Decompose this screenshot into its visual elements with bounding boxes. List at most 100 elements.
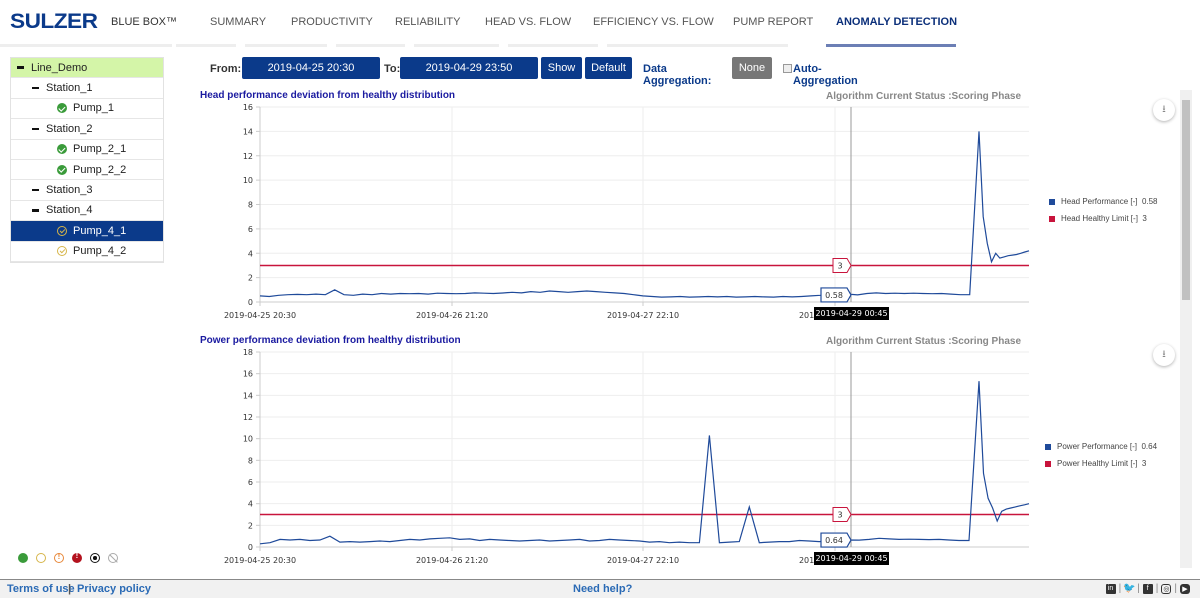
tab-anomaly-detection[interactable]: ANOMALY DETECTION — [836, 16, 957, 28]
x-tick-label: 2019-04-25 20:30 — [224, 556, 296, 565]
collapse-icon[interactable] — [32, 86, 39, 90]
tab-summary[interactable]: SUMMARY — [210, 16, 266, 28]
instagram-icon[interactable]: ◎ — [1161, 583, 1172, 594]
collapse-icon[interactable] — [32, 209, 39, 212]
status-legend — [18, 551, 118, 563]
tree-item-label: Station_1 — [46, 82, 93, 95]
y-tick-label: 8 — [248, 201, 253, 210]
terms-of-use-link[interactable]: Terms of use — [7, 583, 75, 595]
tree-item-label: Station_3 — [46, 184, 93, 197]
tree-item-label: Pump_4_2 — [73, 245, 127, 258]
tree-item-label: Station_4 — [46, 204, 93, 217]
y-tick-label: 12 — [243, 413, 253, 422]
head-legend: Head Performance [-] 0.58 Head Healthy L… — [1049, 193, 1158, 227]
download-icon: ⭳ — [1162, 348, 1166, 360]
collapse-icon[interactable] — [32, 127, 39, 131]
x-tick-label: 2019-04-26 21:20 — [416, 311, 488, 320]
linkedin-icon[interactable]: in — [1105, 583, 1116, 594]
privacy-policy-link[interactable]: Privacy policy — [77, 583, 151, 595]
y-tick-label: 4 — [248, 500, 253, 509]
disabled-icon — [108, 553, 118, 563]
tree-item-pump-2-1[interactable]: Pump_2_1 — [11, 140, 163, 160]
tree-item-label: Station_2 — [46, 122, 93, 135]
to-date-input[interactable]: 2019-04-29 23:50 — [400, 57, 538, 79]
collapse-icon[interactable] — [32, 188, 39, 192]
default-button[interactable]: Default — [585, 57, 632, 79]
need-help-link[interactable]: Need help? — [573, 583, 632, 595]
tab-underline — [607, 44, 715, 47]
legend-item-head-limit[interactable]: Head Healthy Limit [-] 3 — [1049, 210, 1158, 227]
y-tick-label: 16 — [243, 103, 253, 112]
series-value-label: 0.58 — [825, 291, 843, 300]
limit-value-label: 3 — [837, 261, 842, 270]
tab-head-vs-flow[interactable]: HEAD VS. FLOW — [485, 16, 571, 28]
tree-item-pump-2-2[interactable]: Pump_2_2 — [11, 160, 163, 181]
critical-icon — [72, 551, 82, 563]
show-button[interactable]: Show — [541, 57, 582, 79]
power-chart[interactable]: 0 2 4 6 8 10 12 14 16 18 2019-04-25 20:30 2019-04-2… — [190, 345, 1040, 570]
plot-area — [260, 352, 1029, 547]
auto-aggregation-checkbox[interactable] — [783, 64, 792, 73]
warning-check-icon — [36, 553, 46, 563]
auto-aggregation-label[interactable]: Auto-Aggregation — [793, 63, 858, 87]
head-chart[interactable]: 0 2 4 6 8 10 12 14 16 2019-04-25 20:30 2019-04-26 … — [190, 100, 1040, 325]
aggregation-select[interactable]: None — [732, 57, 772, 79]
legend-item-head-performance[interactable]: Head Performance [-] 0.58 — [1049, 193, 1158, 210]
footer: Terms of use | Privacy policy Need help?… — [0, 579, 1200, 598]
sulzer-logo[interactable]: SULZER — [10, 10, 98, 34]
tree-item-label: Pump_2_1 — [73, 143, 127, 156]
x-crosshair-tooltip: 2019-04-29 00:45 — [815, 309, 887, 318]
y-tick-label: 8 — [248, 456, 253, 465]
tab-underline — [414, 44, 499, 47]
x-tick-label: 2019-04-27 22:10 — [607, 311, 679, 320]
y-tick-label: 10 — [243, 176, 253, 185]
collapse-icon[interactable] — [17, 66, 24, 69]
tree-item-label: Line_Demo — [31, 61, 88, 74]
from-date-input[interactable]: 2019-04-25 20:30 — [242, 57, 380, 79]
tree-item-label: Pump_4_1 — [73, 224, 127, 237]
ok-icon — [18, 553, 28, 563]
scrollbar-thumb[interactable] — [1182, 100, 1190, 300]
tree-item-pump-4-2[interactable]: Pump_4_2 — [11, 242, 163, 262]
head-download-button[interactable]: ⭳ — [1153, 99, 1175, 121]
ok-status-icon — [57, 144, 67, 155]
to-label: To: — [384, 63, 401, 75]
ok-status-icon — [57, 103, 67, 114]
y-tick-label: 12 — [243, 152, 253, 161]
facebook-icon[interactable]: f — [1142, 583, 1153, 594]
brand-name: BLUE BOX™ — [111, 16, 178, 28]
social-links: in | 🐦 | f | ◎ | ▶ — [1105, 583, 1190, 594]
y-tick-label: 10 — [243, 435, 253, 444]
tree-item-station-3[interactable]: Station_3 — [11, 180, 163, 201]
download-icon: ⭳ — [1162, 103, 1166, 115]
tree-item-station-2[interactable]: Station_2 — [11, 119, 163, 140]
tab-efficiency-vs-flow[interactable]: EFFICIENCY VS. FLOW — [593, 16, 714, 28]
legend-item-power-limit[interactable]: Power Healthy Limit [-] 3 — [1045, 455, 1157, 472]
limit-value-label: 3 — [837, 511, 842, 520]
legend-swatch — [1045, 443, 1051, 450]
tree-item-line-demo[interactable]: Line_Demo — [11, 58, 163, 79]
tree-item-label: Pump_2_2 — [73, 163, 127, 176]
legend-item-power-performance[interactable]: Power Performance [-] 0.64 — [1045, 438, 1157, 455]
tree-item-station-1[interactable]: Station_1 — [11, 78, 163, 99]
y-tick-label: 14 — [243, 127, 253, 136]
x-crosshair-tooltip: 2019-04-29 00:45 — [815, 554, 887, 563]
active-tab-underline — [826, 44, 956, 47]
tree-item-pump-1[interactable]: Pump_1 — [11, 99, 163, 120]
tab-pump-report[interactable]: PUMP REPORT — [733, 16, 813, 28]
power-legend: Power Performance [-] 0.64 Power Healthy… — [1045, 438, 1157, 472]
asset-tree: Line_Demo Station_1 Pump_1 Station_2 Pump_2_… — [10, 57, 164, 263]
twitter-icon[interactable]: 🐦 — [1123, 583, 1135, 594]
tab-reliability[interactable]: RELIABILITY — [395, 16, 460, 28]
footer-separator: | — [68, 583, 72, 595]
y-tick-label: 4 — [248, 249, 253, 258]
tab-productivity[interactable]: PRODUCTIVITY — [291, 16, 373, 28]
stopped-icon — [90, 553, 100, 563]
tree-item-pump-4-1[interactable]: Pump_4_1 — [11, 221, 163, 242]
x-tick-label: 2019-04-25 20:30 — [224, 311, 296, 320]
legend-swatch — [1049, 198, 1055, 205]
tree-item-station-4[interactable]: Station_4 — [11, 201, 163, 222]
tab-underline — [336, 44, 405, 47]
power-download-button[interactable]: ⭳ — [1153, 344, 1175, 366]
youtube-icon[interactable]: ▶ — [1180, 583, 1190, 594]
